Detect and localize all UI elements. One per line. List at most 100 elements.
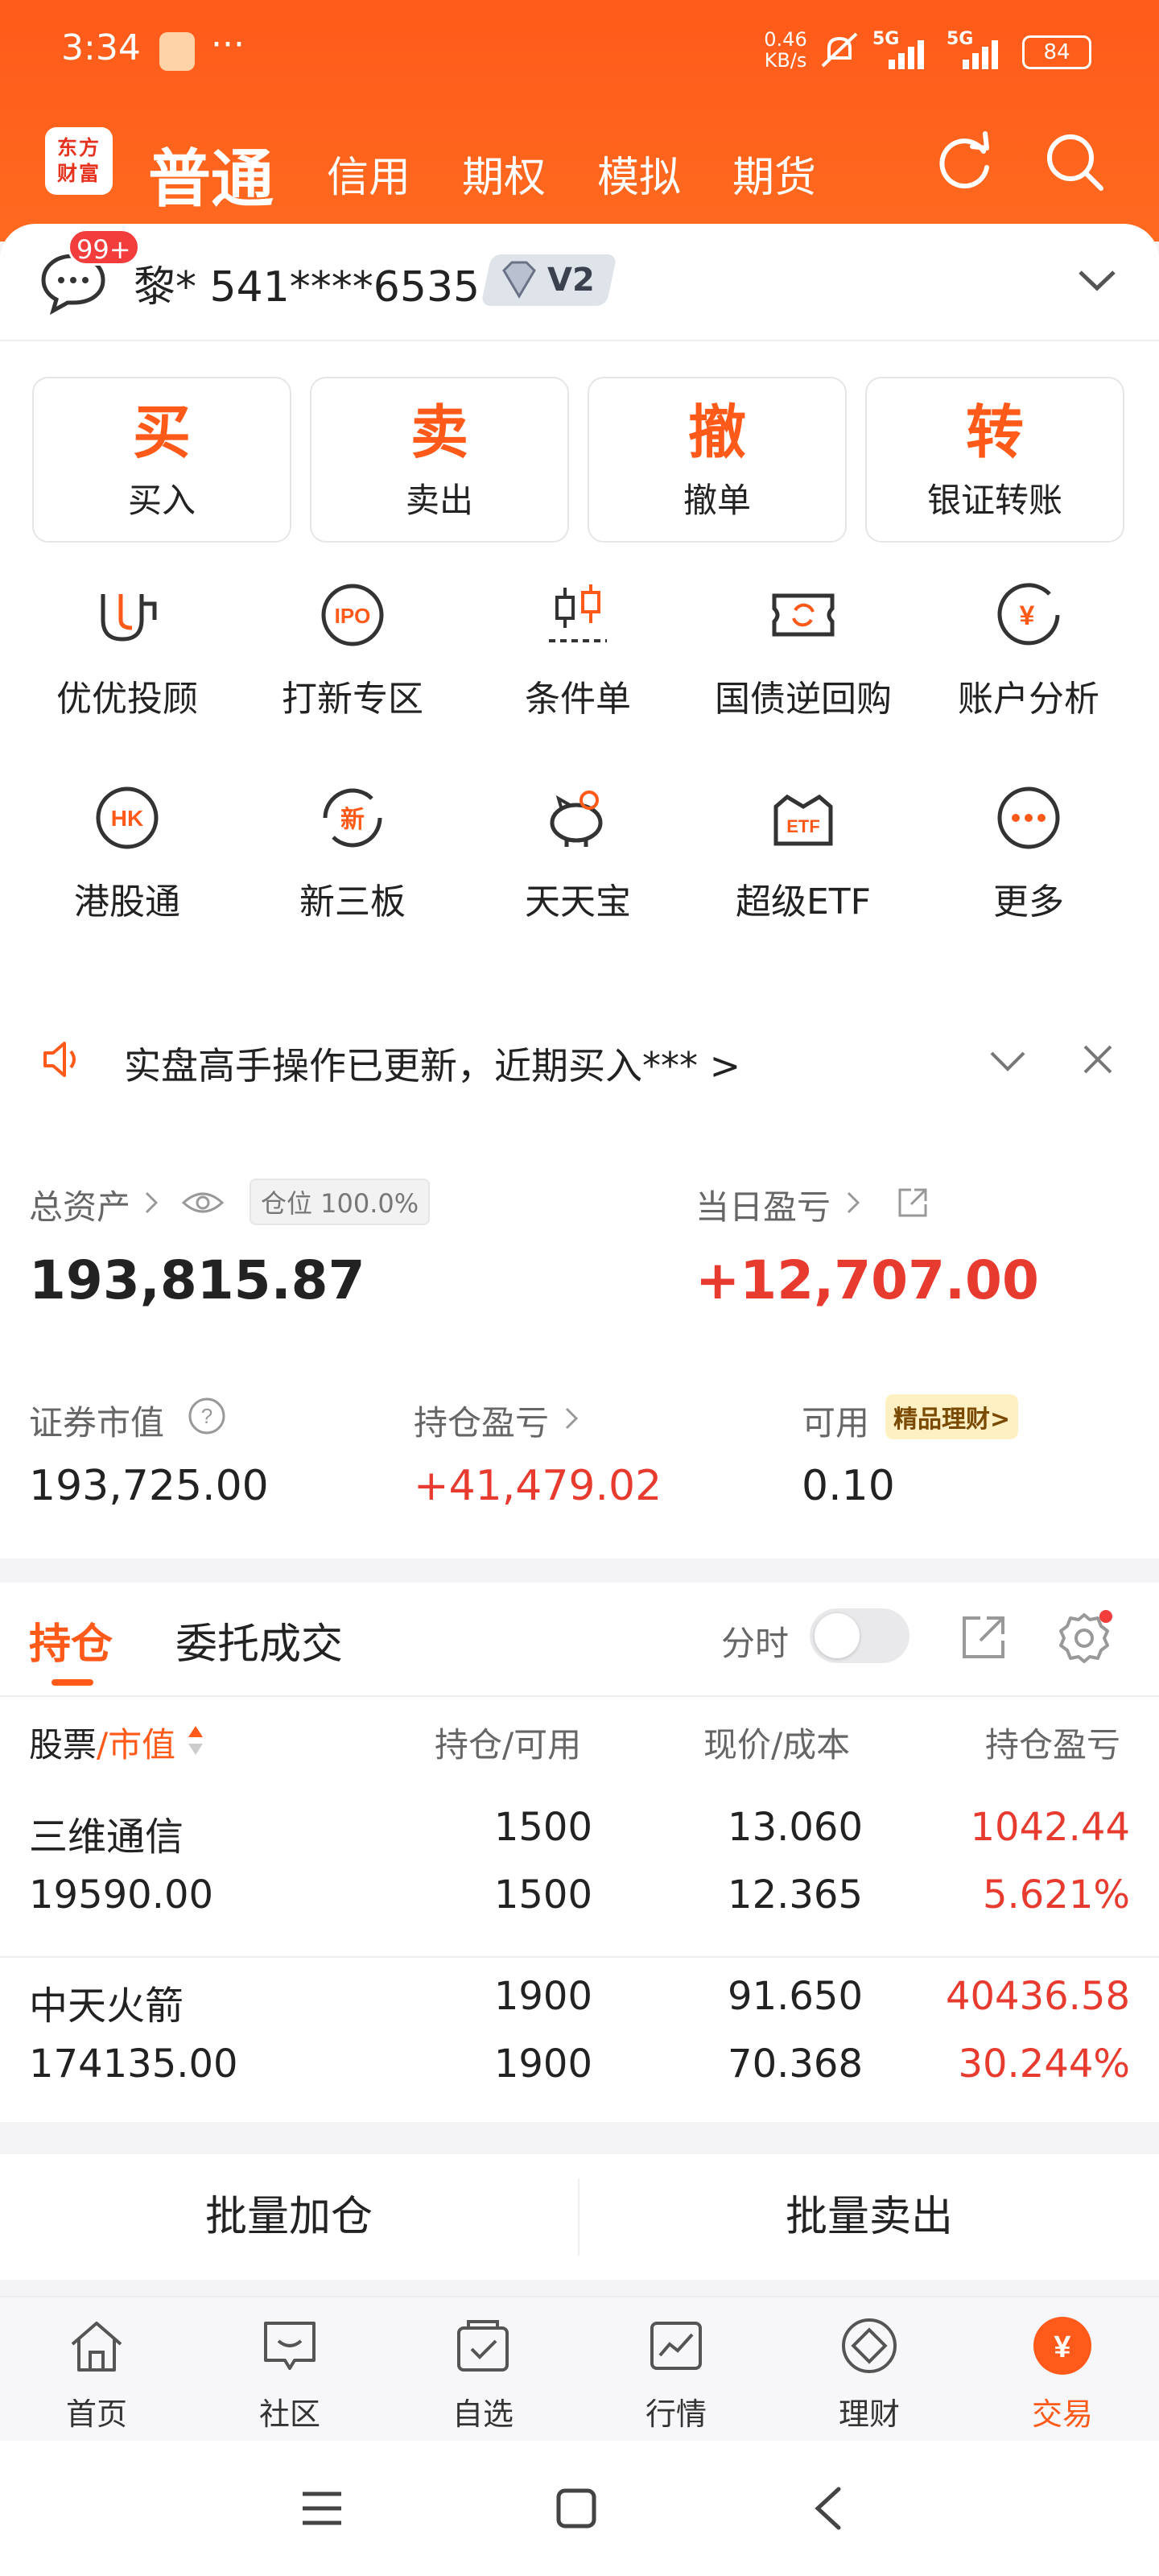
available-value: 0.10 [802,1462,895,1510]
svg-text:ETF: ETF [786,816,820,836]
account-row[interactable]: 99+ 黎* 541****6535 V2 [0,224,1159,341]
nav-item-watchlist[interactable]: 自选 [386,2315,580,2436]
bank-transfer-button[interactable]: 转 银证转账 [865,377,1124,543]
export-icon[interactable] [958,1612,1009,1663]
svg-text:HK: HK [111,806,143,831]
share-out-icon[interactable] [895,1185,930,1220]
nav-item-market[interactable]: 行情 [580,2315,773,2436]
cancel-order-button[interactable]: 撤 撤单 [588,377,847,543]
svg-text:¥: ¥ [1054,2330,1070,2364]
intraday-label: 分时 [721,1624,790,1663]
tab-orders-trades[interactable]: 委托成交 [175,1610,343,1670]
grid-item-ipo[interactable]: IPO 打新专区 [240,580,465,741]
advisor-icon [101,594,157,642]
col-price-header: 现价/成本 [703,1725,851,1765]
grid-item-tiantianbao[interactable]: 天天宝 [465,782,691,943]
grid-item-new-third-board[interactable]: 新 新三板 [240,782,465,943]
table-row[interactable]: 中天火箭 174135.00 1900 1900 91.650 70.368 4… [0,1958,1159,2122]
more-icon [997,786,1060,849]
tab-normal[interactable]: 普通 [148,129,274,219]
daily-pl-label[interactable]: 当日盈亏 [695,1180,831,1229]
holding-pl-value: +41,479.02 [414,1462,662,1510]
gear-icon[interactable] [1056,1610,1112,1666]
batch-add-button[interactable]: 批量加仓 [0,2154,578,2280]
svg-text:?: ? [201,1404,212,1428]
help-icon[interactable]: ? [187,1396,227,1436]
grid-item-account-analysis[interactable]: ¥ 账户分析 [916,580,1141,741]
table-row[interactable]: 三维通信 19590.00 1500 1500 13.060 12.365 10… [0,1789,1159,1956]
wealth-product-chip[interactable]: 精品理财> [885,1394,1019,1439]
sort-icon[interactable] [187,1721,204,1760]
etf-icon: ETF [773,794,833,846]
close-icon[interactable] [1082,1043,1114,1075]
col-stock-header[interactable]: 股票/市值 [29,1718,175,1767]
tab-options[interactable]: 期权 [462,143,546,204]
grid-item-bond-repo[interactable]: 国债逆回购 [691,580,916,741]
signal-bars-icon [889,40,924,69]
col-pl-header: 持仓盈亏 [985,1725,1121,1765]
market-value-label: 证券市值 [29,1403,165,1443]
grid-item-more[interactable]: 更多 [916,782,1141,943]
nav-item-wealth[interactable]: 理财 [773,2315,966,2436]
sell-button[interactable]: 卖 卖出 [310,377,569,543]
tab-holdings[interactable]: 持仓 [29,1610,113,1670]
speaker-icon [43,1042,76,1077]
eye-icon[interactable] [180,1188,225,1217]
community-icon [264,2322,316,2370]
candlestick-icon [549,584,607,642]
mute-icon [821,32,858,68]
nav-item-trade[interactable]: ¥ 交易 [966,2315,1159,2436]
account-id: 黎* 541****6535 [134,263,481,312]
bond-repo-icon [772,593,835,637]
tab-credit[interactable]: 信用 [327,143,410,204]
svg-text:¥: ¥ [1020,601,1035,631]
market-icon [650,2322,702,2370]
nav-item-community[interactable]: 社区 [193,2315,386,2436]
notice-text[interactable]: 实盘高手操作已更新，近期买入*** > [124,1037,740,1090]
tab-simulated[interactable]: 模拟 [597,143,681,204]
total-assets-label[interactable]: 总资产 [29,1180,130,1229]
buy-button[interactable]: 买 买入 [32,377,291,543]
svg-text:新: 新 [340,806,365,834]
grid-item-hk-connect[interactable]: HK 港股通 [14,782,240,943]
hk-connect-icon: HK [96,786,159,849]
intraday-toggle[interactable] [810,1608,909,1663]
grid-item-advisor[interactable]: 优优投顾 [14,580,240,741]
piggy-bank-icon [550,791,603,847]
app-header: 3:34 ··· 0.46 KB/s 5G 5G 84 东方 财富 普通 信用 … [0,0,1159,242]
total-assets-value: 193,815.87 [29,1249,365,1311]
notice-bar[interactable]: 实盘高手操作已更新，近期买入*** > [0,1003,1159,1116]
assets-panel: 总资产 仓位 100.0% 193,815.87 当日盈亏 +12,707.00… [0,1140,1159,1558]
batch-actions: 批量加仓 批量卖出 [0,2154,1159,2280]
back-icon[interactable] [808,2484,848,2533]
chevron-down-icon[interactable] [1075,264,1119,296]
chevron-down-icon[interactable] [987,1046,1029,1075]
search-icon[interactable] [1041,129,1107,195]
col-qty-header: 持仓/可用 [435,1725,582,1765]
net-speed: 0.46 KB/s [764,28,807,72]
home-square-icon[interactable] [552,2484,600,2533]
ipo-icon: IPO [321,584,384,646]
nav-item-home[interactable]: 首页 [0,2315,193,2436]
refresh-icon[interactable] [932,129,998,195]
daily-pl-value: +12,707.00 [695,1249,1039,1311]
signal-bars-icon [963,40,998,69]
chevron-right-icon [847,1191,860,1214]
battery-icon: 84 [1022,35,1091,69]
menu-icon[interactable] [298,2486,346,2531]
svg-text:IPO: IPO [335,604,371,628]
holding-pl-label[interactable]: 持仓盈亏 [414,1396,549,1445]
new-third-board-icon: 新 [323,788,382,848]
position-ratio-chip: 仓位 100.0% [250,1179,431,1225]
bottom-nav: 首页 社区 自选 行情 理财 ¥ 交易 [0,2296,1159,2441]
chevron-right-icon [145,1191,159,1214]
batch-sell-button[interactable]: 批量卖出 [580,2154,1159,2280]
grid-item-conditional-order[interactable]: 条件单 [465,580,691,741]
system-nav-bar [0,2441,1159,2576]
grid-item-super-etf[interactable]: ETF 超级ETF [691,782,916,943]
message-badge: 99+ [68,229,140,266]
tab-futures[interactable]: 期货 [732,143,816,204]
trade-icon: ¥ [1033,2317,1091,2375]
home-icon [71,2322,122,2372]
tab-indicator [52,1679,93,1686]
